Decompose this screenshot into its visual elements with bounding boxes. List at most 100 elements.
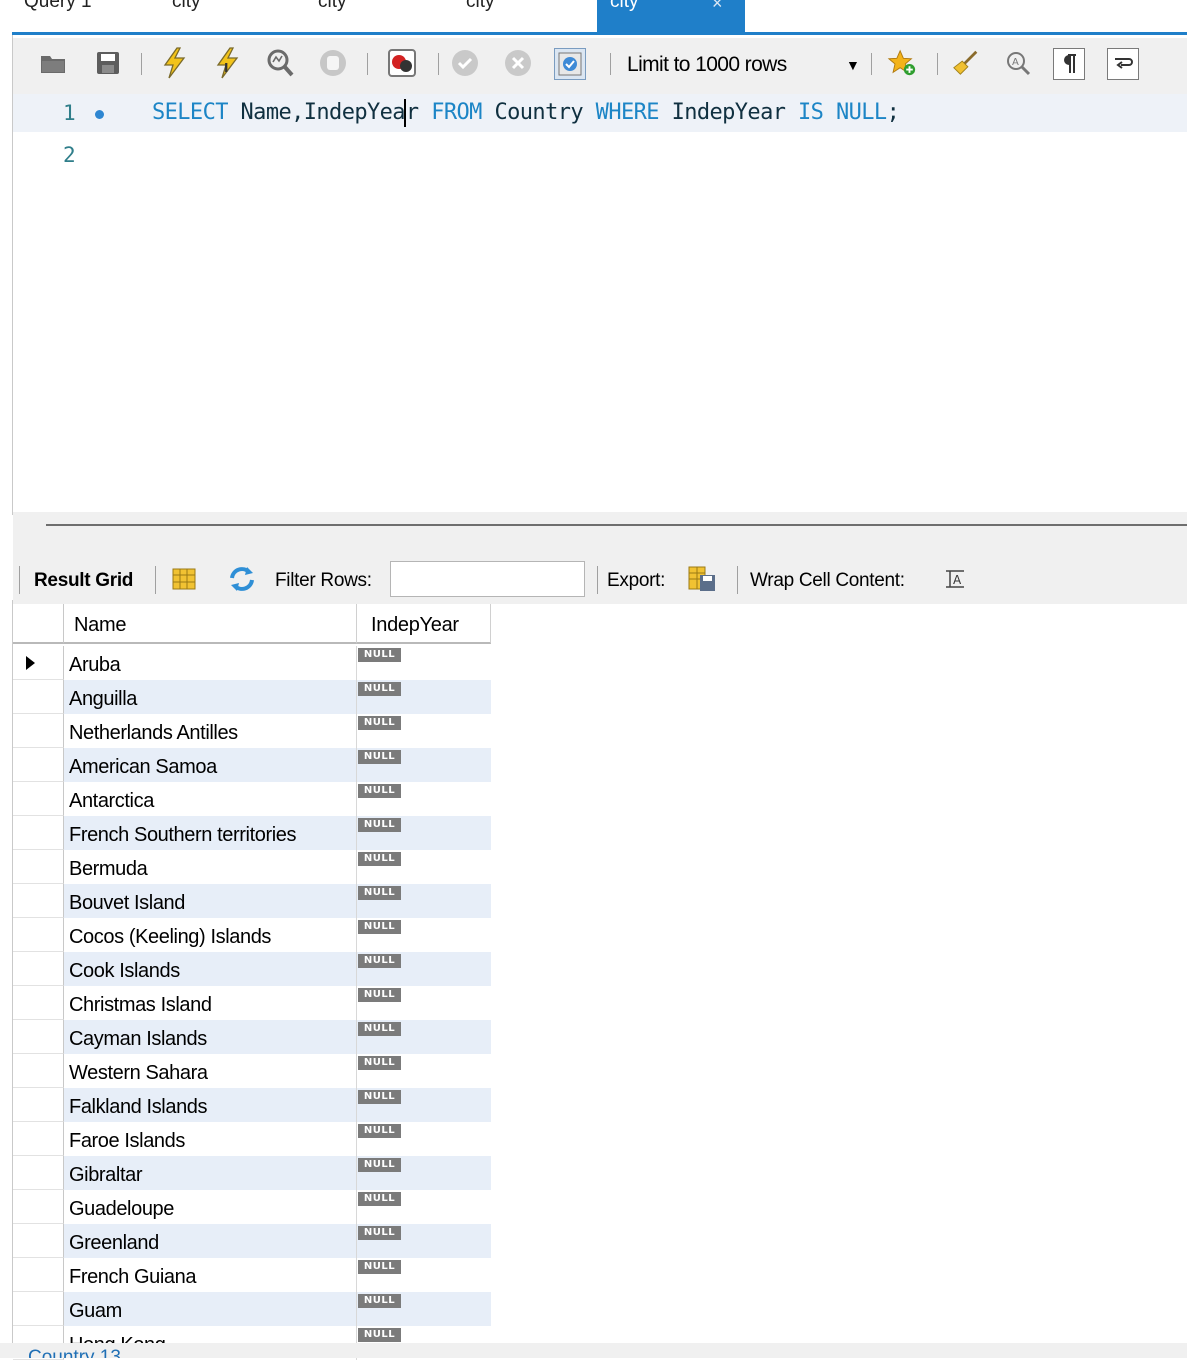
cell-indepyear[interactable]: NULL: [357, 680, 491, 714]
row-header[interactable]: [13, 952, 64, 986]
save-icon[interactable]: [93, 48, 123, 78]
row-header[interactable]: [13, 714, 64, 748]
wrap-cell-icon[interactable]: A: [940, 564, 970, 594]
table-row[interactable]: Bouvet Island NULL: [13, 884, 491, 918]
cell-name[interactable]: French Southern territories: [64, 816, 357, 850]
row-header[interactable]: [13, 1258, 64, 1292]
row-header[interactable]: [13, 646, 64, 680]
row-header[interactable]: [13, 782, 64, 816]
explain-icon[interactable]: [265, 48, 295, 78]
row-header[interactable]: [13, 1020, 64, 1054]
limit-rows-select[interactable]: Limit to 1000 rows: [627, 50, 787, 80]
table-row[interactable]: Christmas Island NULL: [13, 986, 491, 1020]
table-row[interactable]: French Guiana NULL: [13, 1258, 491, 1292]
row-header[interactable]: [13, 748, 64, 782]
table-row[interactable]: Faroe Islands NULL: [13, 1122, 491, 1156]
refresh-icon[interactable]: [227, 564, 257, 594]
cell-indepyear[interactable]: NULL: [357, 714, 491, 748]
row-header[interactable]: [13, 1190, 64, 1224]
panel-splitter[interactable]: [13, 512, 1187, 556]
tab-city-2[interactable]: city: [318, 0, 347, 32]
autocommit-icon[interactable]: [554, 48, 586, 80]
cell-name[interactable]: Faroe Islands: [64, 1122, 357, 1156]
cell-indepyear[interactable]: NULL: [357, 1292, 491, 1326]
cell-name[interactable]: Anguilla: [64, 680, 357, 714]
table-row[interactable]: French Southern territories NULL: [13, 816, 491, 850]
cell-name[interactable]: Guadeloupe: [64, 1190, 357, 1224]
cell-name[interactable]: Cook Islands: [64, 952, 357, 986]
cell-indepyear[interactable]: NULL: [357, 782, 491, 816]
row-header[interactable]: [13, 1054, 64, 1088]
commit-icon[interactable]: [450, 48, 480, 78]
find-icon[interactable]: A: [1003, 48, 1033, 78]
cell-indepyear[interactable]: NULL: [357, 1224, 491, 1258]
grid-layout-icon[interactable]: [169, 564, 199, 594]
row-header[interactable]: [13, 1122, 64, 1156]
table-row[interactable]: Bermuda NULL: [13, 850, 491, 884]
table-row[interactable]: Cook Islands NULL: [13, 952, 491, 986]
column-header-name[interactable]: Name: [64, 604, 357, 644]
toggle-error-icon[interactable]: [387, 48, 417, 78]
row-header[interactable]: [13, 850, 64, 884]
result-tab-country[interactable]: Country 13: [28, 1347, 121, 1358]
table-row[interactable]: Guam NULL: [13, 1292, 491, 1326]
row-header[interactable]: [13, 986, 64, 1020]
cell-name[interactable]: Christmas Island: [64, 986, 357, 1020]
table-row[interactable]: Anguilla NULL: [13, 680, 491, 714]
table-row[interactable]: Cayman Islands NULL: [13, 1020, 491, 1054]
rollback-icon[interactable]: [503, 48, 533, 78]
table-row[interactable]: Antarctica NULL: [13, 782, 491, 816]
cell-indepyear[interactable]: NULL: [357, 952, 491, 986]
cell-name[interactable]: Falkland Islands: [64, 1088, 357, 1122]
table-row[interactable]: Gibraltar NULL: [13, 1156, 491, 1190]
cell-indepyear[interactable]: NULL: [357, 1156, 491, 1190]
cell-indepyear[interactable]: NULL: [357, 748, 491, 782]
row-header[interactable]: [13, 816, 64, 850]
cell-name[interactable]: Cayman Islands: [64, 1020, 357, 1054]
cell-indepyear[interactable]: NULL: [357, 1258, 491, 1292]
table-row[interactable]: Falkland Islands NULL: [13, 1088, 491, 1122]
table-row[interactable]: American Samoa NULL: [13, 748, 491, 782]
row-header[interactable]: [13, 680, 64, 714]
cell-name[interactable]: French Guiana: [64, 1258, 357, 1292]
cell-name[interactable]: Netherlands Antilles: [64, 714, 357, 748]
invisible-chars-icon[interactable]: [1053, 48, 1085, 80]
beautify-icon[interactable]: [951, 48, 981, 78]
table-row[interactable]: Cocos (Keeling) Islands NULL: [13, 918, 491, 952]
row-header[interactable]: [13, 918, 64, 952]
cell-name[interactable]: Guam: [64, 1292, 357, 1326]
cell-indepyear[interactable]: NULL: [357, 986, 491, 1020]
cell-indepyear[interactable]: NULL: [357, 1088, 491, 1122]
execute-current-icon[interactable]: I: [213, 47, 243, 79]
row-header[interactable]: [13, 1156, 64, 1190]
wrap-icon[interactable]: [1107, 48, 1139, 80]
cell-name[interactable]: Aruba: [64, 646, 357, 680]
table-row[interactable]: Guadeloupe NULL: [13, 1190, 491, 1224]
tab-city-3[interactable]: city: [466, 0, 495, 32]
tab-city-active[interactable]: city ×: [597, 0, 745, 32]
tab-query-1[interactable]: Query 1: [24, 0, 92, 32]
row-header[interactable]: [13, 1224, 64, 1258]
cell-name[interactable]: Gibraltar: [64, 1156, 357, 1190]
stop-icon[interactable]: [318, 48, 348, 78]
cell-indepyear[interactable]: NULL: [357, 884, 491, 918]
cell-name[interactable]: Cocos (Keeling) Islands: [64, 918, 357, 952]
row-header[interactable]: [13, 1088, 64, 1122]
table-row[interactable]: Greenland NULL: [13, 1224, 491, 1258]
execute-icon[interactable]: [159, 47, 189, 79]
cell-indepyear[interactable]: NULL: [357, 1190, 491, 1224]
filter-rows-input[interactable]: [390, 561, 585, 597]
column-header-indepyear[interactable]: IndepYear: [357, 604, 491, 644]
export-icon[interactable]: [687, 564, 717, 594]
sql-line-1[interactable]: SELECT Name,IndepYear FROM Country WHERE…: [152, 99, 900, 127]
cell-indepyear[interactable]: NULL: [357, 816, 491, 850]
cell-indepyear[interactable]: NULL: [357, 850, 491, 884]
chevron-down-icon[interactable]: ▼: [846, 50, 860, 80]
cell-indepyear[interactable]: NULL: [357, 1054, 491, 1088]
cell-name[interactable]: Greenland: [64, 1224, 357, 1258]
cell-name[interactable]: Bouvet Island: [64, 884, 357, 918]
cell-indepyear[interactable]: NULL: [357, 918, 491, 952]
cell-name[interactable]: Western Sahara: [64, 1054, 357, 1088]
cell-name[interactable]: American Samoa: [64, 748, 357, 782]
table-row[interactable]: Western Sahara NULL: [13, 1054, 491, 1088]
